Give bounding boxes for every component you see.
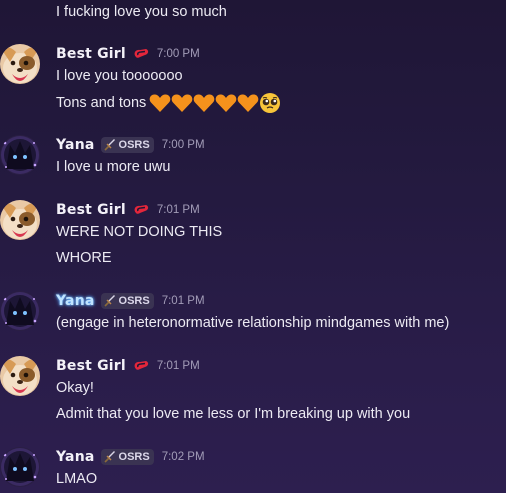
- server-tag[interactable]: OSRS: [100, 449, 154, 465]
- message-text: LMAO: [56, 471, 98, 487]
- message-text: WHORE: [56, 250, 112, 266]
- pill-icon: [133, 48, 149, 60]
- timestamp: 7:01 PM: [156, 204, 200, 216]
- avatar[interactable]: [0, 356, 40, 396]
- server-tag-label: OSRS: [118, 295, 150, 307]
- server-tag[interactable]: OSRS: [100, 293, 154, 309]
- message-text: I love you tooooooo: [56, 68, 183, 84]
- avatar[interactable]: [0, 200, 40, 240]
- message-text: I fucking love you so much: [56, 4, 227, 20]
- avatar[interactable]: [0, 135, 40, 175]
- message-text: (engage in heteronormative relationship …: [56, 315, 450, 331]
- orange-heart-icon: [193, 94, 215, 112]
- message-text: Admit that you love me less or I'm break…: [56, 406, 411, 422]
- orange-heart-icon: [171, 94, 193, 112]
- author-name[interactable]: Best Girl: [56, 358, 126, 374]
- author-name[interactable]: Best Girl: [56, 46, 126, 62]
- message-line: Tons and tons: [56, 92, 281, 114]
- timestamp: 7:01 PM: [161, 295, 205, 307]
- timestamp: 7:02 PM: [161, 451, 205, 463]
- avatar[interactable]: [0, 291, 40, 331]
- message-text: Tons and tons: [56, 94, 147, 111]
- pill-icon: [133, 204, 149, 216]
- timestamp: 7:00 PM: [156, 48, 200, 60]
- emoji-row: [149, 92, 281, 114]
- server-tag-label: OSRS: [118, 451, 150, 463]
- sword-icon: [103, 295, 115, 307]
- message-text: WERE NOT DOING THIS: [56, 224, 223, 240]
- sword-icon: [103, 139, 115, 151]
- server-tag[interactable]: OSRS: [100, 137, 154, 153]
- message-text: Okay!: [56, 380, 94, 396]
- sword-icon: [103, 451, 115, 463]
- orange-heart-icon: [237, 94, 259, 112]
- author-name[interactable]: Best Girl: [56, 202, 126, 218]
- author-name[interactable]: Yana: [56, 449, 95, 465]
- message-text: I love u more uwu: [56, 159, 171, 175]
- orange-heart-icon: [149, 94, 171, 112]
- pleading-face-icon: [260, 93, 281, 113]
- avatar[interactable]: [0, 44, 40, 84]
- orange-heart-icon: [215, 94, 237, 112]
- pill-icon: [133, 360, 149, 372]
- timestamp: 7:01 PM: [156, 360, 200, 372]
- server-tag-label: OSRS: [118, 139, 150, 151]
- author-name[interactable]: Yana: [56, 137, 95, 153]
- timestamp: 7:00 PM: [161, 139, 205, 151]
- author-name[interactable]: Yana: [56, 293, 95, 309]
- avatar[interactable]: [0, 447, 40, 487]
